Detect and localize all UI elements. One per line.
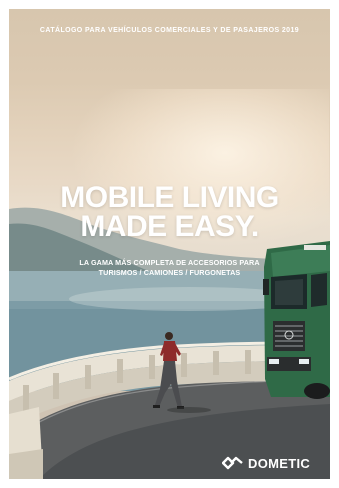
headline-line-1: MOBILE LIVING [60, 181, 279, 214]
brand-name: DOMETIC [248, 455, 311, 471]
dometic-logo-icon [222, 456, 243, 470]
subheadline-line-2: TURISMOS / CAMIONES / FURGONETAS [98, 268, 241, 277]
headline: MOBILE LIVING MADE EASY. [9, 181, 330, 243]
subheadline-line-1: LA GAMA MÁS COMPLETA DE ACCESORIOS PARA [79, 258, 260, 267]
headline-line-2: MADE EASY. [80, 210, 259, 243]
catalog-topline: CATÁLOGO PARA VEHÍCULOS COMERCIALES Y DE… [39, 27, 300, 34]
catalog-cover: CATÁLOGO PARA VEHÍCULOS COMERCIALES Y DE… [9, 9, 330, 479]
cover-photo-scene [9, 207, 330, 479]
subheadline: LA GAMA MÁS COMPLETA DE ACCESORIOS PARA … [9, 258, 330, 278]
dometic-logo: DOMETIC [222, 455, 310, 471]
